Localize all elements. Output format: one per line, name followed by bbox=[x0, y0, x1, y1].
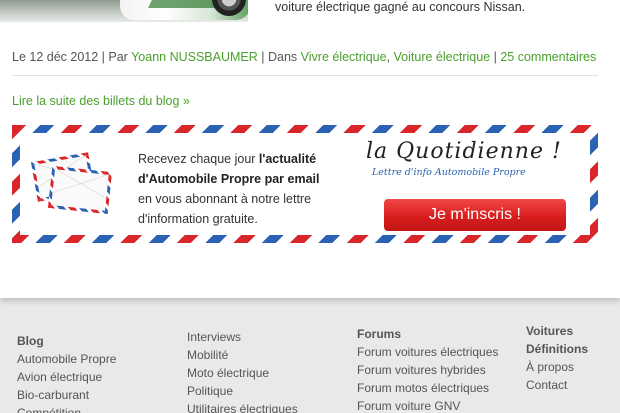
post-meta: Le 12 déc 2012 | Par Yoann NUSSBAUMER | … bbox=[12, 50, 596, 64]
meta-pipe: | bbox=[490, 50, 501, 64]
post-date: Le 12 déc 2012 | Par bbox=[12, 50, 132, 64]
footer-column-misc: Voitures Définitions À propos Contact bbox=[526, 322, 588, 394]
category-link[interactable]: Vivre électrique bbox=[301, 50, 387, 64]
footer-heading[interactable]: Blog bbox=[17, 332, 116, 350]
footer-link[interactable]: Avion électrique bbox=[17, 368, 116, 386]
car-stripe bbox=[148, 0, 222, 8]
site-footer: Blog Automobile Propre Avion électrique … bbox=[0, 320, 620, 413]
meta-separator: | Dans bbox=[257, 50, 301, 64]
newsletter-text: Recevez chaque jour l'actualité d'Automo… bbox=[138, 149, 358, 229]
footer-link[interactable]: Forum voitures hybrides bbox=[357, 361, 498, 379]
footer-link[interactable]: Utilitaires électriques bbox=[187, 400, 298, 413]
author-link[interactable]: Yoann NUSSBAUMER bbox=[131, 50, 258, 64]
newsletter-banner: Recevez chaque jour l'actualité d'Automo… bbox=[12, 125, 598, 243]
footer-link[interactable]: Forum motos électriques bbox=[357, 379, 498, 397]
promo-bold: l'actualité bbox=[258, 152, 317, 166]
newsletter-brand-subtitle: Lettre d'info Automobile Propre bbox=[372, 167, 526, 178]
promo-text: Recevez chaque jour bbox=[138, 152, 259, 166]
content-area: voiture électrique gagné au concours Nis… bbox=[0, 0, 620, 298]
footer-link[interactable]: Forum voitures électriques bbox=[357, 343, 498, 361]
article-thumbnail[interactable] bbox=[0, 0, 248, 22]
footer-column-forums: Forums Forum voitures électriques Forum … bbox=[357, 325, 498, 413]
promo-text: en vous abonnant à notre lettre bbox=[138, 192, 312, 206]
promo-bold: d'Automobile Propre par email bbox=[138, 172, 320, 186]
footer-heading[interactable]: Forums bbox=[357, 325, 498, 343]
footer-link[interactable]: Automobile Propre bbox=[17, 350, 116, 368]
newsletter-brand-title: la Quotidienne ! bbox=[366, 139, 562, 164]
footer-link[interactable]: Contact bbox=[526, 376, 588, 394]
footer-link[interactable]: Mobilité bbox=[187, 346, 298, 364]
subscribe-button[interactable]: Je m'inscris ! bbox=[384, 199, 566, 231]
article-excerpt: voiture électrique gagné au concours Nis… bbox=[275, 0, 526, 14]
footer-link[interactable]: Compétition bbox=[17, 404, 116, 413]
newsletter-panel: Recevez chaque jour l'actualité d'Automo… bbox=[20, 133, 590, 235]
promo-text: d'information gratuite. bbox=[138, 212, 258, 226]
read-more-link[interactable]: Lire la suite des billets du blog » bbox=[12, 94, 190, 108]
footer-column-topics: Interviews Mobilité Moto électrique Poli… bbox=[187, 328, 298, 413]
envelope-icon bbox=[47, 165, 113, 215]
footer-link[interactable]: À propos bbox=[526, 358, 588, 376]
category-link[interactable]: Voiture électrique bbox=[394, 50, 491, 64]
footer-link[interactable]: Forum voiture GNV bbox=[357, 397, 498, 413]
footer-link[interactable]: Interviews bbox=[187, 328, 298, 346]
footer-heading[interactable]: Voitures bbox=[526, 322, 588, 340]
footer-link[interactable]: Bio-carburant bbox=[17, 386, 116, 404]
comments-link[interactable]: 25 commentaires bbox=[500, 50, 596, 64]
footer-link[interactable]: Moto électrique bbox=[187, 364, 298, 382]
footer-column-blog: Blog Automobile Propre Avion électrique … bbox=[17, 332, 116, 413]
footer-heading[interactable]: Définitions bbox=[526, 340, 588, 358]
divider bbox=[12, 75, 598, 76]
meta-comma: , bbox=[386, 50, 394, 64]
footer-link[interactable]: Politique bbox=[187, 382, 298, 400]
